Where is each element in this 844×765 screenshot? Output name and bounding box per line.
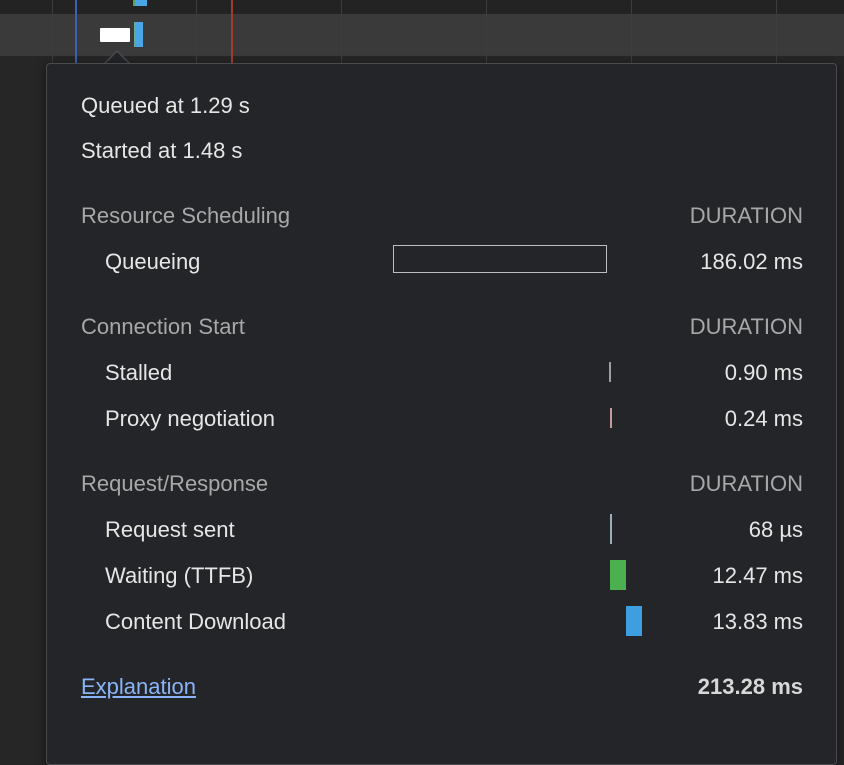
duration-header: DURATION [689,314,803,339]
section-title-resource-scheduling: Resource Scheduling [81,203,291,228]
row-label-queueing: Queueing [105,249,201,274]
proxy-negotiation-bar [610,408,612,428]
waterfall-bar-download [135,0,147,6]
row-value-request-sent: 68 µs [748,517,803,542]
total-duration: 213.28 ms [697,674,803,699]
explanation-link[interactable]: Explanation [81,674,196,700]
queueing-bar [393,245,607,273]
duration-header: DURATION [689,203,803,228]
waterfall-bar-download[interactable] [135,22,143,47]
row-value-waiting-ttfb: 12.47 ms [712,563,804,588]
row-label-stalled: Stalled [105,360,173,385]
row-label-content-download: Content Download [105,609,287,634]
row-label-request-sent: Request sent [105,517,235,542]
started-at-text: Started at 1.48 s [81,138,243,163]
load-event-marker [231,0,233,64]
request-sent-bar [610,514,612,544]
waterfall-bar-queueing[interactable] [100,28,130,42]
waterfall-row [0,0,844,14]
stalled-bar [609,362,611,382]
section-title-connection-start: Connection Start [81,314,245,339]
content-download-bar [626,606,642,636]
row-label-waiting-ttfb: Waiting (TTFB) [105,563,254,588]
row-value-content-download: 13.83 ms [712,609,804,634]
row-value-queueing: 186.02 ms [700,249,803,274]
timing-popover: Queued at 1.29 s Started at 1.48 s Resou… [46,63,837,765]
row-label-proxy-negotiation: Proxy negotiation [105,406,275,431]
duration-header: DURATION [689,471,803,496]
waiting-ttfb-bar [610,560,626,590]
section-title-request-response: Request/Response [81,471,269,496]
row-value-stalled: 0.90 ms [724,360,803,385]
queued-at-text: Queued at 1.29 s [81,93,250,118]
row-value-proxy-negotiation: 0.24 ms [724,406,803,431]
